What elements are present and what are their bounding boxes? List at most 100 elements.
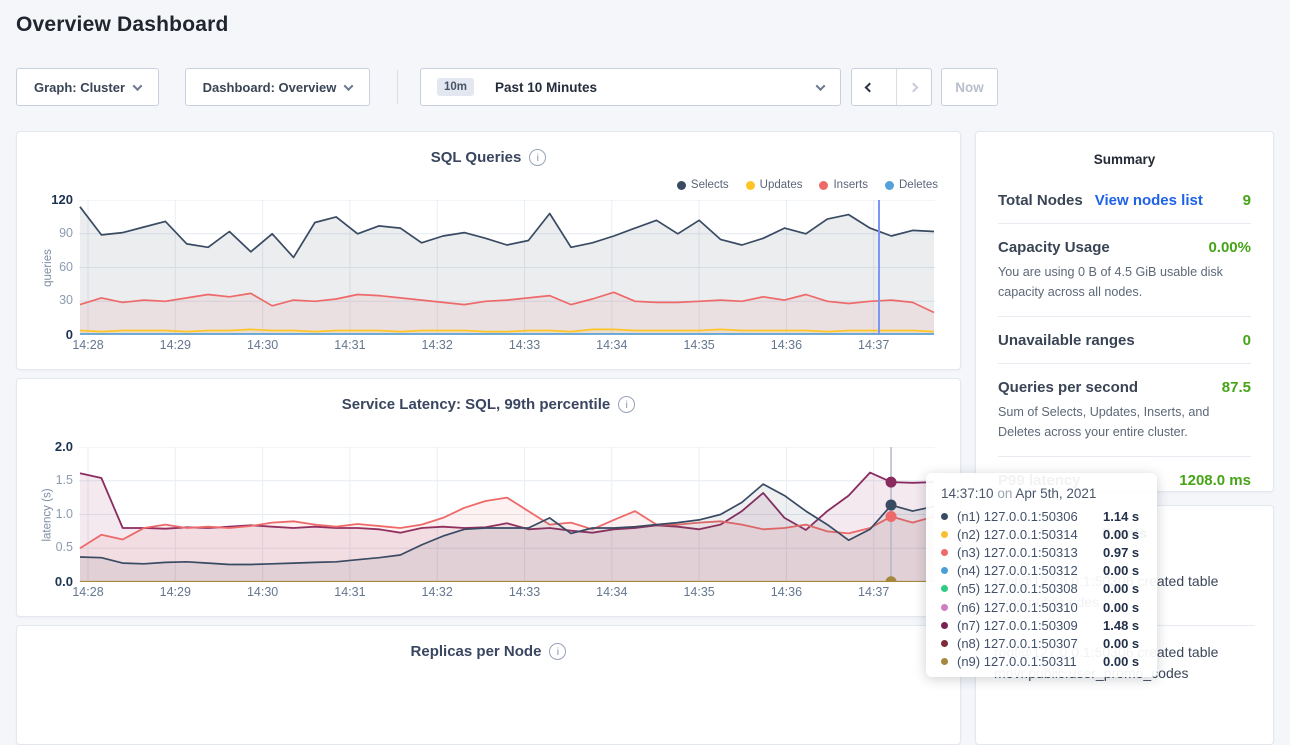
prev-time-button[interactable] <box>852 69 887 105</box>
node-series-dot-icon <box>941 531 948 538</box>
tooltip-node-label: (n7) 127.0.0.1:50309 <box>957 618 1103 633</box>
summary-title: Summary <box>976 132 1273 167</box>
node-series-dot-icon <box>941 549 948 556</box>
summary-row: Queries per second87.5 Sum of Selects, Up… <box>998 364 1251 457</box>
summary-row-head: Capacity Usage0.00% <box>998 239 1251 256</box>
sql-queries-chart-card: SQL Queries i Selects Updates Inserts Delet… <box>16 131 961 370</box>
summary-value: 0.00% <box>1208 239 1251 256</box>
x-axis-tick: 14:34 <box>582 338 642 352</box>
overview-dashboard-page: { "page": { "title": "Overview Dashboard… <box>0 0 1290 689</box>
service-latency-plot[interactable] <box>79 447 935 582</box>
sql-queries-plot[interactable] <box>79 200 935 335</box>
x-axis-tick: 14:29 <box>145 338 205 352</box>
dashboard-label: Dashboard: Overview <box>203 80 337 95</box>
dashboard-dropdown[interactable]: Dashboard: Overview <box>185 68 370 106</box>
legend-item-deletes[interactable]: Deletes <box>885 179 938 191</box>
y-axis-tick: 60 <box>29 260 73 275</box>
chart-title: Service Latency: SQL, 99th percentile <box>342 396 610 413</box>
x-axis-tick: 14:32 <box>407 338 467 352</box>
legend-label: Updates <box>760 179 803 191</box>
tooltip-node-value: 0.00 s <box>1103 581 1139 596</box>
tooltip-node-row: (n2) 127.0.0.1:503140.00 s <box>941 525 1142 543</box>
node-series-dot-icon <box>941 622 948 629</box>
node-series-dot-icon <box>941 567 948 574</box>
service-latency-chart-card: Service Latency: SQL, 99th percentile i … <box>16 378 961 617</box>
x-axis-tick: 14:31 <box>320 338 380 352</box>
summary-description: You are using 0 B of 4.5 GiB usable disk… <box>998 263 1251 302</box>
time-range-badge: 10m <box>437 78 474 96</box>
legend-label: Inserts <box>833 179 868 191</box>
node-series-dot-icon <box>941 658 948 665</box>
x-axis-tick: 14:37 <box>844 338 904 352</box>
legend-item-updates[interactable]: Updates <box>746 179 803 191</box>
toolbar-divider <box>397 70 398 104</box>
tooltip-node-label: (n1) 127.0.0.1:50306 <box>957 509 1103 524</box>
y-axis-tick: 120 <box>29 192 73 207</box>
x-axis-tick: 14:36 <box>756 585 816 599</box>
chevron-left-icon <box>864 82 874 92</box>
tooltip-node-row: (n7) 127.0.0.1:503091.48 s <box>941 616 1142 634</box>
summary-value: 1208.0 ms <box>1179 472 1251 489</box>
summary-value: 0 <box>1243 332 1251 349</box>
node-series-dot-icon <box>941 604 948 611</box>
tooltip-node-row: (n3) 127.0.0.1:503130.97 s <box>941 543 1142 561</box>
time-range-label: Past 10 Minutes <box>495 80 597 95</box>
x-axis-tick: 14:34 <box>582 585 642 599</box>
tooltip-node-value: 1.14 s <box>1103 509 1139 524</box>
y-axis-tick: 2.0 <box>29 439 73 454</box>
page-title: Overview Dashboard <box>16 13 229 37</box>
tooltip-node-value: 0.00 s <box>1103 527 1139 542</box>
summary-value: 9 <box>1243 192 1251 209</box>
next-time-button[interactable] <box>896 69 932 105</box>
y-axis-tick: 1.5 <box>29 473 73 488</box>
chevron-right-icon <box>909 82 919 92</box>
tooltip-node-label: (n9) 127.0.0.1:50311 <box>957 654 1103 669</box>
x-axis-tick: 14:35 <box>669 338 729 352</box>
summary-panel: Summary Total NodesView nodes list9Capac… <box>975 131 1274 492</box>
tooltip-node-label: (n2) 127.0.0.1:50314 <box>957 527 1103 542</box>
x-axis-tick: 14:35 <box>669 585 729 599</box>
x-axis-tick: 14:28 <box>58 585 118 599</box>
node-series-dot-icon <box>941 513 948 520</box>
x-axis-tick: 14:32 <box>407 585 467 599</box>
summary-row: Unavailable ranges 0 <box>998 317 1251 364</box>
tooltip-node-value: 0.00 s <box>1103 636 1139 651</box>
view-nodes-list-link[interactable]: View nodes list <box>1095 192 1203 209</box>
chart-title: SQL Queries <box>431 149 522 166</box>
info-icon[interactable]: i <box>618 396 635 413</box>
legend-item-inserts[interactable]: Inserts <box>819 179 868 191</box>
chart-svg <box>79 200 935 335</box>
x-axis-tick: 14:28 <box>58 338 118 352</box>
tooltip-node-row: (n6) 127.0.0.1:503100.00 s <box>941 598 1142 616</box>
tooltip-node-label: (n6) 127.0.0.1:50310 <box>957 600 1103 615</box>
tooltip-node-row: (n8) 127.0.0.1:503070.00 s <box>941 634 1142 652</box>
chevron-down-icon <box>816 81 826 91</box>
info-icon[interactable]: i <box>549 643 566 660</box>
tooltip-node-value: 0.97 s <box>1103 545 1139 560</box>
now-button[interactable]: Now <box>941 68 998 106</box>
summary-description: Sum of Selects, Updates, Inserts, and De… <box>998 403 1251 442</box>
summary-row-head: Queries per second87.5 <box>998 379 1251 396</box>
chevron-down-icon <box>344 81 354 91</box>
graph-scope-dropdown[interactable]: Graph: Cluster <box>16 68 159 106</box>
chart-svg <box>79 447 935 582</box>
x-axis-tick: 14:31 <box>320 585 380 599</box>
summary-row: Total NodesView nodes list9 <box>998 177 1251 224</box>
summary-row: Capacity Usage0.00% You are using 0 B of … <box>998 224 1251 317</box>
summary-label: Unavailable ranges <box>998 332 1135 349</box>
summary-row-head: Total NodesView nodes list9 <box>998 192 1251 209</box>
tooltip-node-row: (n5) 127.0.0.1:503080.00 s <box>941 580 1142 598</box>
legend-dot-icon <box>819 181 828 190</box>
legend-dot-icon <box>677 181 686 190</box>
time-range-dropdown[interactable]: 10m Past 10 Minutes <box>420 68 841 106</box>
x-axis-tick: 14:29 <box>145 585 205 599</box>
legend-item-selects[interactable]: Selects <box>677 179 729 191</box>
info-icon[interactable]: i <box>529 149 546 166</box>
y-axis-tick: 30 <box>29 293 73 308</box>
legend-dot-icon <box>746 181 755 190</box>
tooltip-node-label: (n4) 127.0.0.1:50312 <box>957 563 1103 578</box>
x-axis-tick: 14:30 <box>233 585 293 599</box>
summary-value: 87.5 <box>1222 379 1251 396</box>
chart-legend: Selects Updates Inserts Deletes <box>677 179 938 191</box>
replicas-per-node-chart-card: Replicas per Node i <box>16 625 961 745</box>
